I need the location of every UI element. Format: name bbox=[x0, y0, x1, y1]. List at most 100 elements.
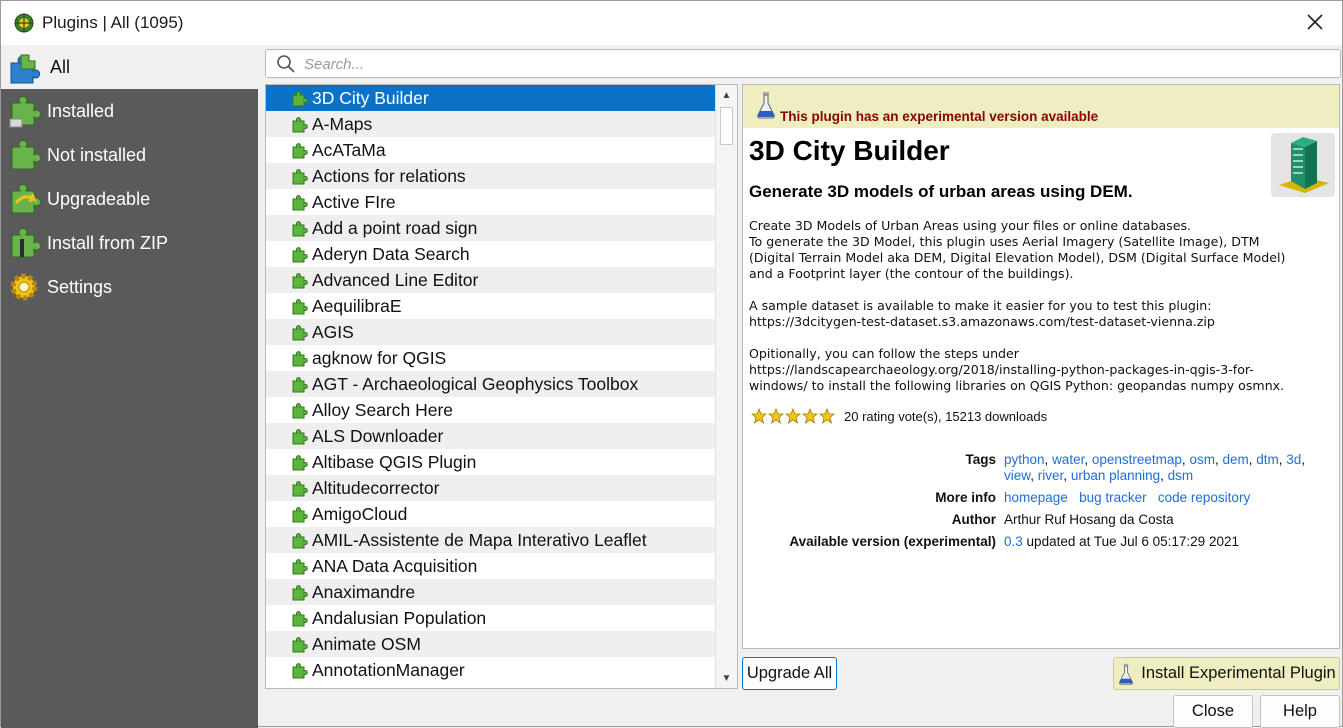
plugin-list[interactable]: 3D City Builder A-Maps AcATaMa Actions for … bbox=[265, 84, 738, 689]
upgrade-all-button[interactable]: Upgrade All bbox=[742, 657, 837, 690]
plugin-list-item[interactable]: AGIS bbox=[266, 319, 715, 345]
plugin-list-item[interactable]: AGT - Archaeological Geophysics Toolbox bbox=[266, 371, 715, 397]
version-link[interactable]: 0.3 bbox=[1004, 534, 1023, 549]
tag-link[interactable]: osm bbox=[1189, 452, 1215, 467]
more-info-label: More info bbox=[935, 490, 996, 505]
tag-link[interactable]: dsm bbox=[1168, 468, 1194, 483]
star-icon bbox=[785, 408, 801, 424]
puzzle-icon bbox=[292, 91, 308, 107]
scroll-thumb[interactable] bbox=[720, 107, 733, 145]
tag-link[interactable]: water bbox=[1052, 452, 1084, 467]
plugin-list-item[interactable]: A-Maps bbox=[266, 111, 715, 137]
puzzle-all-icon bbox=[10, 54, 41, 84]
sidebar-item-all[interactable]: All bbox=[1, 45, 258, 89]
sidebar-item-settings[interactable]: Settings bbox=[1, 265, 258, 309]
plugin-list-item[interactable]: Altitudecorrector bbox=[266, 475, 715, 501]
plugin-list-item[interactable]: Altibase QGIS Plugin bbox=[266, 449, 715, 475]
sidebar-item-upgradeable[interactable]: Upgradeable bbox=[1, 177, 258, 221]
plugins-dialog: Plugins | All (1095) All Installed Not i… bbox=[0, 0, 1343, 728]
puzzle-icon bbox=[292, 559, 308, 575]
plugin-list-item[interactable]: Alloy Search Here bbox=[266, 397, 715, 423]
tag-link[interactable]: urban planning bbox=[1071, 468, 1160, 483]
plugin-subtitle: Generate 3D models of urban areas using … bbox=[749, 182, 1133, 201]
search-icon bbox=[277, 55, 295, 73]
experimental-notice: This plugin has an experimental version … bbox=[780, 109, 1099, 124]
plugin-description: Create 3D Models of Urban Areas using yo… bbox=[749, 218, 1334, 410]
plugin-list-item-label: AMIL-Assistente de Mapa Interativo Leafl… bbox=[312, 529, 647, 550]
search-box[interactable] bbox=[265, 49, 1341, 78]
puzzle-icon bbox=[292, 533, 308, 549]
sidebar-item-label: Installed bbox=[47, 100, 115, 121]
more-info-link[interactable]: code repository bbox=[1158, 490, 1250, 505]
install-experimental-button[interactable]: Install Experimental Plugin bbox=[1113, 657, 1340, 690]
puzzle-icon bbox=[292, 247, 308, 263]
version-value: 0.3 updated at Tue Jul 6 05:17:29 2021 bbox=[1004, 534, 1329, 550]
sidebar-item-install-zip[interactable]: Install from ZIP bbox=[1, 221, 258, 265]
sidebar: All Installed Not installed Upgradeable bbox=[1, 45, 258, 728]
plugin-list-item[interactable]: 3D City Builder bbox=[266, 85, 715, 111]
puzzle-installed-icon bbox=[9, 95, 42, 128]
puzzle-icon bbox=[292, 351, 308, 367]
plugin-list-item[interactable]: Anaximandre bbox=[266, 579, 715, 605]
sidebar-item-label: All bbox=[50, 56, 71, 77]
more-info-link[interactable]: homepage bbox=[1004, 490, 1068, 505]
tag-link[interactable]: 3d bbox=[1286, 452, 1301, 467]
puzzle-icon bbox=[292, 429, 308, 445]
plugin-list-item[interactable]: Active FIre bbox=[266, 189, 715, 215]
puzzle-icon bbox=[292, 403, 308, 419]
tag-link[interactable]: openstreetmap bbox=[1092, 452, 1182, 467]
tag-link[interactable]: python bbox=[1004, 452, 1045, 467]
sidebar-item-installed[interactable]: Installed bbox=[1, 89, 258, 133]
author-label: Author bbox=[951, 512, 996, 527]
plugin-list-item[interactable]: AcATaMa bbox=[266, 137, 715, 163]
tag-link[interactable]: dem bbox=[1222, 452, 1248, 467]
qgis-logo-icon bbox=[14, 13, 34, 33]
plugin-list-item[interactable]: Advanced Line Editor bbox=[266, 267, 715, 293]
plugin-list-item[interactable]: agknow for QGIS bbox=[266, 345, 715, 371]
plugin-list-item[interactable]: ALS Downloader bbox=[266, 423, 715, 449]
puzzle-icon bbox=[292, 169, 308, 185]
install-experimental-label: Install Experimental Plugin bbox=[1141, 664, 1336, 682]
version-updated: updated at Tue Jul 6 05:17:29 2021 bbox=[1026, 534, 1239, 549]
more-info-link[interactable]: bug tracker bbox=[1079, 490, 1147, 505]
tag-link[interactable]: view bbox=[1004, 468, 1030, 483]
rating-text: 20 rating vote(s), 15213 downloads bbox=[844, 408, 1048, 424]
star-icon bbox=[768, 408, 784, 424]
puzzle-icon bbox=[292, 117, 308, 133]
description-paragraph: Create 3D Models of Urban Areas using yo… bbox=[749, 218, 1286, 281]
scroll-up-icon[interactable]: ▲ bbox=[716, 85, 737, 105]
tag-link[interactable]: dtm bbox=[1256, 452, 1279, 467]
list-scrollbar[interactable]: ▲ ▼ bbox=[715, 85, 737, 688]
plugin-list-item[interactable]: ANA Data Acquisition bbox=[266, 553, 715, 579]
experimental-banner: This plugin has an experimental version … bbox=[743, 85, 1339, 128]
plugin-list-item-label: Advanced Line Editor bbox=[312, 269, 479, 290]
help-button[interactable]: Help bbox=[1260, 695, 1340, 728]
search-input[interactable] bbox=[304, 53, 1304, 75]
plugin-list-item[interactable]: AmigoCloud bbox=[266, 501, 715, 527]
plugin-list-item[interactable]: AMIL-Assistente de Mapa Interativo Leafl… bbox=[266, 527, 715, 553]
sidebar-item-label: Settings bbox=[47, 276, 113, 297]
close-icon[interactable] bbox=[1304, 11, 1326, 33]
plugin-list-item[interactable]: AnnotationManager bbox=[266, 657, 715, 683]
plugin-list-item[interactable]: AequilibraE bbox=[266, 293, 715, 319]
description-paragraph: A sample dataset is available to make it… bbox=[749, 298, 1215, 329]
plugin-list-item[interactable]: Add a point road sign bbox=[266, 215, 715, 241]
title-bar: Plugins | All (1095) bbox=[1, 1, 1342, 45]
plugin-list-item[interactable]: Actions for relations bbox=[266, 163, 715, 189]
close-button[interactable]: Close bbox=[1173, 695, 1253, 728]
puzzle-icon bbox=[292, 455, 308, 471]
scroll-down-icon[interactable]: ▼ bbox=[716, 668, 737, 688]
plugin-list-item[interactable]: Andalusian Population bbox=[266, 605, 715, 631]
plugin-list-item-label: AcATaMa bbox=[312, 139, 386, 160]
puzzle-icon bbox=[292, 299, 308, 315]
plugin-list-item-label: AGT - Archaeological Geophysics Toolbox bbox=[312, 373, 639, 394]
plugin-list-item[interactable]: Aderyn Data Search bbox=[266, 241, 715, 267]
plugin-list-item-label: Actions for relations bbox=[312, 165, 466, 186]
rating-stars bbox=[751, 408, 836, 424]
tag-link[interactable]: river bbox=[1038, 468, 1064, 483]
sidebar-item-not-installed[interactable]: Not installed bbox=[1, 133, 258, 177]
plugin-name: 3D City Builder bbox=[749, 135, 950, 166]
building-logo-icon bbox=[1271, 133, 1335, 197]
plugin-list-item[interactable]: Animate OSM bbox=[266, 631, 715, 657]
puzzle-icon bbox=[292, 273, 308, 289]
